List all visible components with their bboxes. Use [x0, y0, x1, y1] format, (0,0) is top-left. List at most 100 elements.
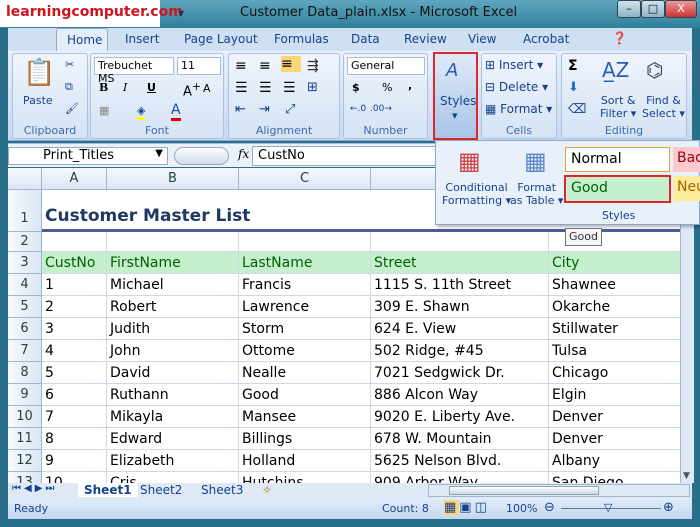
formula-bar-resize-handle[interactable] [174, 147, 229, 165]
underline-button[interactable]: U [147, 81, 156, 94]
cell[interactable]: 6 [42, 384, 107, 405]
insert-sheet-icon[interactable]: ✧ [262, 483, 272, 497]
comma-button[interactable]: , [408, 79, 412, 92]
decrease-decimal-icon[interactable]: .00→ [370, 104, 392, 114]
align-right-icon[interactable]: ☰ [283, 80, 296, 96]
cell[interactable]: 886 Alcon Way [371, 384, 549, 405]
header-cell[interactable]: FirstName [107, 252, 239, 273]
align-center-icon[interactable]: ☰ [259, 80, 272, 96]
cell[interactable] [42, 232, 107, 251]
cell[interactable]: Cris [107, 472, 239, 483]
cell[interactable]: Tulsa [549, 340, 680, 361]
clear-icon[interactable]: ⌫ [568, 102, 586, 117]
currency-button[interactable]: $ [352, 81, 360, 94]
row-header[interactable]: 7 [8, 340, 42, 362]
copy-icon[interactable]: ⧉ [65, 80, 73, 94]
header-cell[interactable]: LastName [239, 252, 371, 273]
align-top-icon[interactable]: ≡ [235, 58, 247, 74]
find-select-button[interactable]: Find & Select ▾ [642, 94, 685, 120]
row-header[interactable]: 2 [8, 232, 42, 252]
tab-home[interactable]: Home [56, 28, 108, 52]
tab-formulas[interactable]: Formulas [274, 32, 329, 46]
cell[interactable]: 2 [42, 296, 107, 317]
cell[interactable]: Billings [239, 428, 371, 449]
cell[interactable]: Nealle [239, 362, 371, 383]
delete-cells-button[interactable]: ⊟ Delete ▾ [485, 80, 548, 94]
cell[interactable]: Michael [107, 274, 239, 295]
cell[interactable]: Shawnee [549, 274, 680, 295]
orientation-icon[interactable]: ⤢ [285, 102, 295, 117]
grow-font-icon[interactable]: A+ [183, 80, 201, 99]
header-cell[interactable]: CustNo [42, 252, 107, 273]
tab-acrobat[interactable]: Acrobat [523, 32, 569, 46]
decrease-indent-icon[interactable]: ⇤ [235, 102, 246, 117]
cell[interactable]: 7 [42, 406, 107, 427]
cell[interactable]: San Diego [549, 472, 680, 483]
style-normal[interactable]: Normal [565, 147, 670, 172]
cell[interactable]: 5625 Nelson Blvd. [371, 450, 549, 471]
maximize-button[interactable]: □ [641, 0, 665, 18]
cell[interactable]: Francis [239, 274, 371, 295]
cell[interactable]: Mansee [239, 406, 371, 427]
header-cell[interactable]: City [549, 252, 680, 273]
format-as-table-button[interactable]: Format as Table ▾ [510, 181, 563, 207]
format-painter-icon[interactable]: 🖌 [65, 102, 79, 115]
format-cells-button[interactable]: ▦ Format ▾ [485, 102, 552, 116]
cell[interactable]: Ottome [239, 340, 371, 361]
merge-center-icon[interactable]: ⊞ [307, 80, 318, 95]
column-header-c[interactable]: C [239, 168, 371, 190]
row-header[interactable]: 9 [8, 384, 42, 406]
insert-function-button[interactable]: fx [238, 147, 249, 161]
zoom-slider-thumb[interactable]: ▽ [604, 501, 612, 514]
tab-data[interactable]: Data [351, 32, 380, 46]
cell[interactable]: Robert [107, 296, 239, 317]
insert-cells-button[interactable]: ⊞ Insert ▾ [485, 58, 543, 72]
style-neutral[interactable]: Neu [673, 176, 700, 201]
cell[interactable]: Good [239, 384, 371, 405]
conditional-formatting-button[interactable]: Conditional Formatting ▾ [442, 181, 511, 207]
style-good[interactable]: Good [564, 175, 671, 203]
sheet-nav-buttons[interactable]: ⏮◀▶⏭ [12, 483, 57, 494]
name-box[interactable]: Print_Titles ▼ [8, 147, 168, 165]
cell[interactable] [371, 232, 549, 251]
view-buttons[interactable]: ▦▣◫ [444, 500, 490, 515]
tab-review[interactable]: Review [404, 32, 447, 46]
cell[interactable]: David [107, 362, 239, 383]
cell[interactable]: Okarche [549, 296, 680, 317]
sort-filter-button[interactable]: Sort & Filter ▾ [600, 94, 636, 120]
cell[interactable]: 1115 S. 11th Street [371, 274, 549, 295]
cell[interactable]: Lawrence [239, 296, 371, 317]
cell[interactable]: 8 [42, 428, 107, 449]
column-header-b[interactable]: B [107, 168, 239, 190]
scroll-down-icon[interactable]: ▼ [683, 471, 690, 481]
bold-button[interactable]: B [99, 81, 108, 94]
help-icon[interactable]: ❓ [612, 31, 627, 45]
row-header[interactable]: 8 [8, 362, 42, 384]
cell[interactable]: Elizabeth [107, 450, 239, 471]
paste-button[interactable]: Paste [23, 94, 53, 107]
row-header[interactable]: 1 [8, 190, 42, 232]
cell[interactable]: 624 E. View [371, 318, 549, 339]
cell[interactable]: Ruthann [107, 384, 239, 405]
zoom-level[interactable]: 100% [506, 502, 537, 515]
paste-icon[interactable]: 📋 [23, 58, 55, 88]
cell[interactable]: 1 [42, 274, 107, 295]
select-all-corner[interactable] [8, 168, 42, 190]
sheet-tab-sheet1[interactable]: Sheet1 [78, 483, 138, 497]
sheet-tab-sheet2[interactable]: Sheet2 [140, 483, 182, 497]
fill-icon[interactable]: ⬇ [568, 80, 579, 95]
font-size-select[interactable]: 11 [177, 57, 221, 75]
cell[interactable]: Denver [549, 406, 680, 427]
page-break-view-icon[interactable]: ◫ [475, 500, 490, 515]
cell[interactable]: 309 E. Shawn [371, 296, 549, 317]
fill-color-icon[interactable]: ◈ [137, 104, 146, 120]
autosum-button[interactable]: Σ [568, 58, 578, 74]
zoom-out-icon[interactable]: ⊖ [544, 500, 555, 515]
cell[interactable]: Chicago [549, 362, 680, 383]
align-bottom-icon[interactable]: ≡ [281, 56, 301, 72]
style-bad[interactable]: Bad [673, 147, 700, 172]
cell[interactable]: Elgin [549, 384, 680, 405]
cell[interactable]: 4 [42, 340, 107, 361]
italic-button[interactable]: I [123, 81, 127, 94]
font-name-select[interactable]: Trebuchet MS [94, 57, 174, 85]
